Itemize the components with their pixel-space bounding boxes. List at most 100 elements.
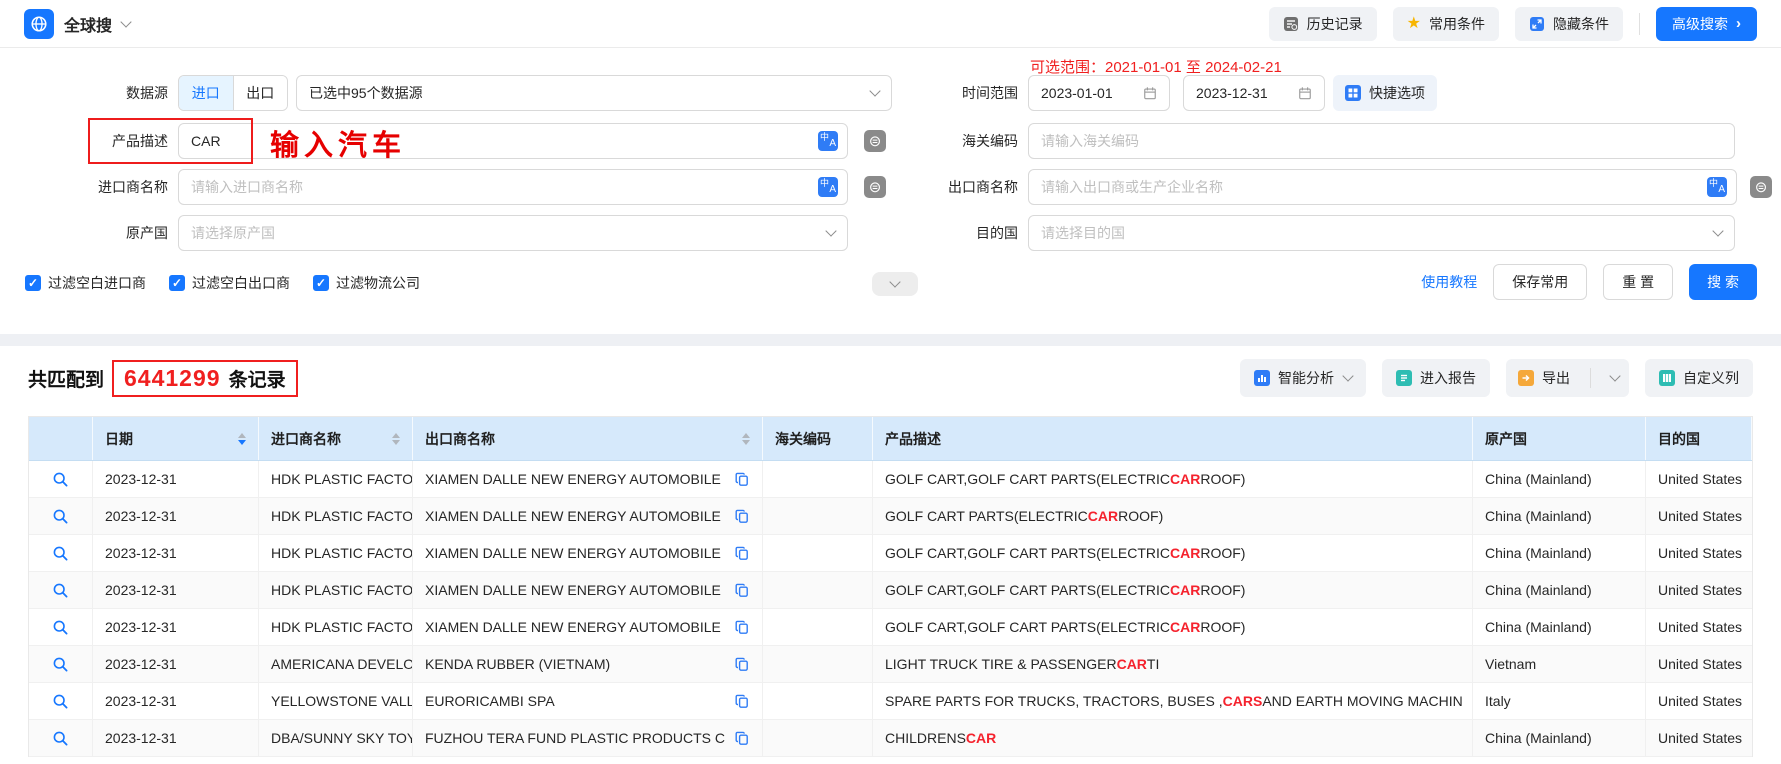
advanced-search-button[interactable]: 高级搜索 › bbox=[1656, 7, 1757, 41]
importer-input[interactable] bbox=[178, 169, 848, 205]
cell-product: GOLF CART,GOLF CART PARTS(ELECTRIC CAR R… bbox=[873, 535, 1473, 571]
sort-icon[interactable] bbox=[742, 433, 750, 445]
filter-blank-importer-checkbox[interactable]: ✓ 过滤空白进口商 bbox=[25, 273, 146, 293]
product-keyword-highlight: CARS bbox=[1223, 693, 1263, 709]
datasource-selected-value: 已选中95个数据源 bbox=[309, 83, 423, 103]
product-text: CHILDRENS bbox=[885, 730, 966, 746]
reset-button[interactable]: 重 置 bbox=[1603, 264, 1673, 300]
export-divider bbox=[1590, 368, 1591, 388]
cell-exporter: XIAMEN DALLE NEW ENERGY AUTOMOBILE bbox=[413, 461, 763, 497]
row-detail-search-icon[interactable] bbox=[52, 693, 69, 710]
cell-importer: AMERICANA DEVELOPME bbox=[259, 646, 413, 682]
sort-asc-icon[interactable] bbox=[238, 433, 246, 438]
exporter-input[interactable] bbox=[1028, 169, 1737, 205]
smart-analysis-label: 智能分析 bbox=[1278, 368, 1334, 388]
cell-actions bbox=[29, 535, 93, 571]
tab-export[interactable]: 出口 bbox=[233, 76, 288, 110]
history-button[interactable]: 历史记录 bbox=[1269, 7, 1377, 41]
row-detail-search-icon[interactable] bbox=[52, 545, 69, 562]
datasource-select[interactable]: 已选中95个数据源 bbox=[296, 75, 892, 111]
row-detail-search-icon[interactable] bbox=[52, 582, 69, 599]
save-favorite-button[interactable]: 保存常用 bbox=[1493, 264, 1587, 300]
row-detail-search-icon[interactable] bbox=[52, 508, 69, 525]
cell-importer: HDK PLASTIC FACTORY L bbox=[259, 609, 413, 645]
cell-product: SPARE PARTS FOR TRUCKS, TRACTORS, BUSES … bbox=[873, 683, 1473, 719]
app-switch-chevron-down-icon[interactable] bbox=[120, 16, 131, 27]
smart-analysis-button[interactable]: 智能分析 bbox=[1240, 359, 1366, 397]
header-cell: 原产国 bbox=[1473, 417, 1646, 460]
copy-icon[interactable] bbox=[735, 509, 750, 524]
row-detail-search-icon[interactable] bbox=[52, 619, 69, 636]
header-cell: 进口商名称 bbox=[259, 417, 413, 460]
table-row: 2023-12-31AMERICANA DEVELOPMEKENDA RUBBE… bbox=[29, 646, 1752, 683]
exporter-name: XIAMEN DALLE NEW ENERGY AUTOMOBILE bbox=[425, 545, 721, 561]
translate-icon[interactable]: 中A bbox=[1707, 177, 1727, 197]
cell-hscode bbox=[763, 572, 873, 608]
filter-logistics-checkbox[interactable]: ✓ 过滤物流公司 bbox=[313, 273, 420, 293]
export-button[interactable]: 导出 bbox=[1506, 359, 1629, 397]
column-label: 进口商名称 bbox=[271, 429, 341, 449]
cell-hscode bbox=[763, 609, 873, 645]
origin-select[interactable]: 请选择原产国 bbox=[178, 215, 848, 251]
start-date-input[interactable]: 2023-01-01 bbox=[1028, 75, 1170, 111]
cell-product: GOLF CART,GOLF CART PARTS(ELECTRIC CAR R… bbox=[873, 572, 1473, 608]
sort-asc-icon[interactable] bbox=[392, 433, 400, 438]
tab-import[interactable]: 进口 bbox=[179, 76, 233, 110]
export-dropdown[interactable] bbox=[1599, 359, 1629, 397]
match-mode-icon[interactable]: ⊜ bbox=[1750, 176, 1772, 198]
sort-icon[interactable] bbox=[238, 433, 246, 445]
cell-date: 2023-12-31 bbox=[93, 609, 259, 645]
copy-icon[interactable] bbox=[735, 583, 750, 598]
table-row: 2023-12-31DBA/SUNNY SKY TOYSFUZHOU TERA … bbox=[29, 720, 1752, 757]
cell-origin-country: China (Mainland) bbox=[1473, 498, 1646, 534]
expand-more-filters-button[interactable] bbox=[872, 272, 918, 296]
importer-name: HDK PLASTIC FACTORY L bbox=[271, 582, 413, 598]
search-button[interactable]: 搜 索 bbox=[1689, 264, 1757, 300]
favorites-button[interactable]: ★ 常用条件 bbox=[1393, 7, 1499, 41]
hide-conditions-button[interactable]: 隐藏条件 bbox=[1515, 7, 1623, 41]
row-detail-search-icon[interactable] bbox=[52, 471, 69, 488]
product-keyword-highlight: CAR bbox=[1170, 619, 1200, 635]
dest-select[interactable]: 请选择目的国 bbox=[1028, 215, 1735, 251]
column-label: 日期 bbox=[105, 429, 133, 449]
cell-importer: HDK PLASTIC FACTORY L bbox=[259, 498, 413, 534]
quick-options-button[interactable]: 快捷选项 bbox=[1333, 75, 1437, 111]
filter-checkbox-row: ✓ 过滤空白进口商 ✓ 过滤空白出口商 ✓ 过滤物流公司 bbox=[25, 273, 428, 293]
copy-icon[interactable] bbox=[735, 657, 750, 672]
custom-columns-button[interactable]: 自定义列 bbox=[1645, 359, 1753, 397]
row-detail-search-icon[interactable] bbox=[52, 656, 69, 673]
cell-actions bbox=[29, 609, 93, 645]
sort-desc-icon[interactable] bbox=[238, 440, 246, 445]
cell-dest-country: United States bbox=[1646, 461, 1752, 497]
copy-icon[interactable] bbox=[735, 731, 750, 746]
product-text: GOLF CART,GOLF CART PARTS(ELECTRIC bbox=[885, 545, 1170, 561]
sort-asc-icon[interactable] bbox=[742, 433, 750, 438]
cell-actions bbox=[29, 683, 93, 719]
copy-icon[interactable] bbox=[735, 694, 750, 709]
product-keyword-highlight: CAR bbox=[1170, 582, 1200, 598]
sort-icon[interactable] bbox=[392, 433, 400, 445]
report-icon bbox=[1396, 370, 1412, 386]
cell-importer: HDK PLASTIC FACTORY L bbox=[259, 535, 413, 571]
table-row: 2023-12-31YELLOWSTONE VALLEY PEURORICAMB… bbox=[29, 683, 1752, 720]
copy-icon[interactable] bbox=[735, 546, 750, 561]
tutorial-link[interactable]: 使用教程 bbox=[1421, 272, 1477, 292]
hscode-input[interactable] bbox=[1028, 123, 1735, 159]
product-keyword-highlight: CAR bbox=[1170, 545, 1200, 561]
translate-icon[interactable]: 中A bbox=[818, 177, 838, 197]
translate-icon[interactable]: 中A bbox=[818, 131, 838, 151]
sort-desc-icon[interactable] bbox=[742, 440, 750, 445]
row-detail-search-icon[interactable] bbox=[52, 730, 69, 747]
copy-icon[interactable] bbox=[735, 472, 750, 487]
filter-blank-exporter-checkbox[interactable]: ✓ 过滤空白出口商 bbox=[169, 273, 290, 293]
end-date-input[interactable]: 2023-12-31 bbox=[1183, 75, 1325, 111]
copy-icon[interactable] bbox=[735, 620, 750, 635]
export-main[interactable]: 导出 bbox=[1506, 359, 1582, 397]
hscode-row: 海关编码 bbox=[868, 123, 1781, 159]
hscode-field bbox=[1028, 123, 1735, 159]
sort-desc-icon[interactable] bbox=[392, 440, 400, 445]
star-icon: ★ bbox=[1407, 16, 1421, 32]
datasource-row: 数据源 进口 出口 已选中95个数据源 bbox=[0, 75, 892, 111]
product-text: GOLF CART PARTS(ELECTRIC bbox=[885, 508, 1088, 524]
enter-report-button[interactable]: 进入报告 bbox=[1382, 359, 1490, 397]
